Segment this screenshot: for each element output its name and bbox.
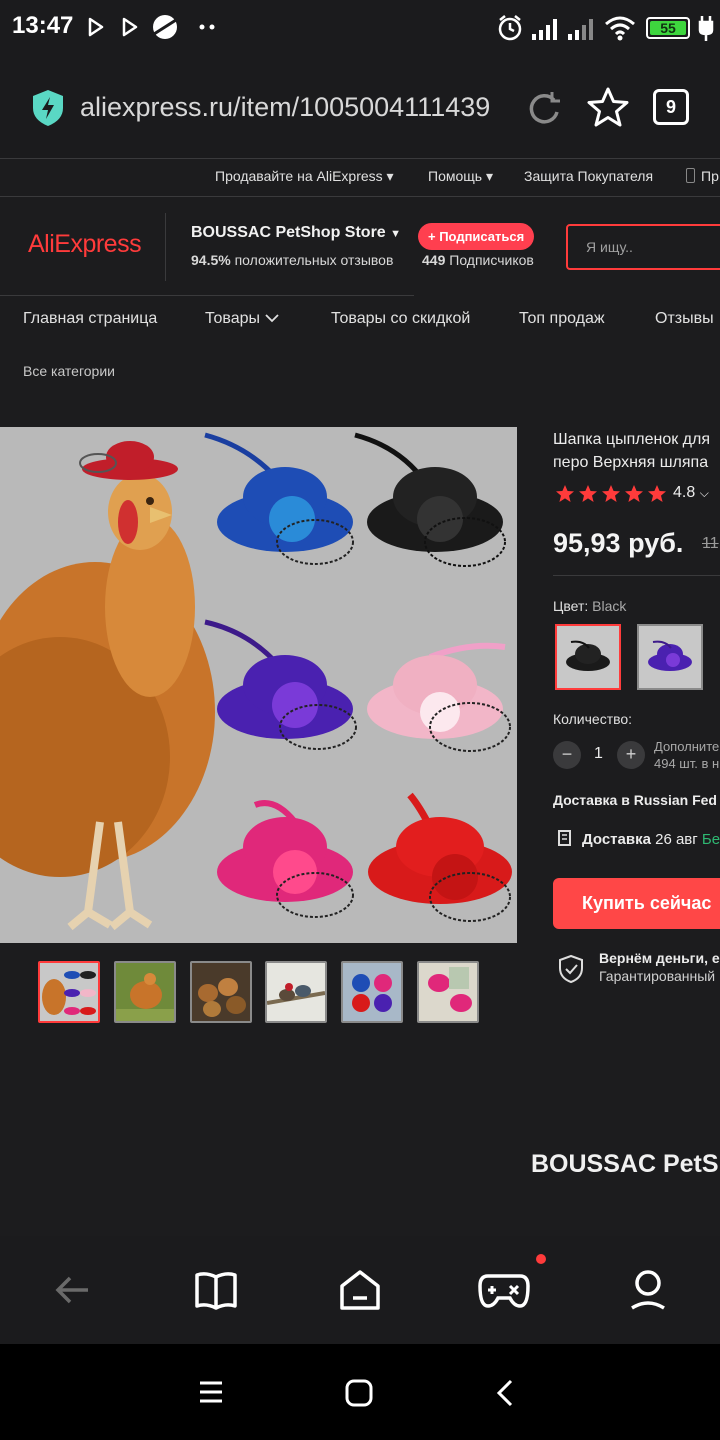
guarantee-subtitle: Гарантированный	[599, 968, 716, 984]
store-rating: 94.5% положительных отзывов	[191, 252, 394, 268]
divider	[165, 213, 166, 281]
delivery-date: Доставка 26 авг Бе	[582, 831, 720, 848]
tab-top-sales[interactable]: Топ продаж	[519, 310, 605, 328]
quantity-increase-button[interactable]: +	[617, 741, 645, 769]
product-title[interactable]: Шапка цыпленок для перо Верхняя шляпа	[553, 428, 720, 474]
quantity-label: Количество:	[553, 711, 633, 727]
followers-count: 449 Подписчиков	[422, 252, 534, 268]
all-categories-link[interactable]: Все категории	[23, 363, 115, 379]
delivery-destination[interactable]: Доставка в Russian Fed	[553, 792, 717, 808]
back-arrow-icon[interactable]	[54, 1274, 90, 1306]
wifi-icon	[605, 16, 635, 41]
availability-info: Дополните 494 шт. в н	[654, 739, 720, 771]
quantity-decrease-button[interactable]: −	[553, 741, 581, 769]
reload-icon[interactable]	[524, 88, 564, 128]
buyer-protection-link[interactable]: Защита Покупателя	[524, 168, 653, 184]
star-icon[interactable]	[586, 86, 630, 128]
gamepad-icon[interactable]	[478, 1270, 530, 1310]
chevron-down-icon: ⌵	[699, 486, 709, 500]
product-main-image[interactable]	[0, 427, 517, 943]
url-field[interactable]: aliexpress.ru/item/1005004111439	[80, 92, 500, 123]
play-icon	[122, 17, 138, 37]
divider	[0, 158, 720, 159]
tab-products[interactable]: Товары	[205, 310, 279, 328]
search-input[interactable]: Я ищу..	[566, 224, 720, 270]
buy-now-button[interactable]: Купить сейчас	[553, 878, 720, 929]
rating-stars[interactable]	[555, 484, 667, 509]
shield-lightning-icon[interactable]	[30, 88, 66, 128]
product-price: 95,93 руб.	[553, 528, 684, 558]
menu-icon[interactable]	[198, 1380, 224, 1404]
old-price: 11	[702, 535, 719, 552]
stars-icon	[556, 485, 666, 502]
profile-icon[interactable]	[628, 1268, 668, 1312]
aliexpress-logo[interactable]: AliExpress	[28, 230, 142, 259]
thumbnail-3[interactable]	[190, 961, 252, 1023]
divider	[0, 196, 720, 197]
tabs-icon[interactable]: 9	[653, 89, 689, 125]
play-store-icon	[88, 17, 104, 37]
guarantee-title: Вернём деньги, е	[599, 950, 720, 966]
notification-dot	[536, 1254, 546, 1264]
divider	[553, 575, 720, 576]
store-name[interactable]: BOUSSAC PetShop Store ▼	[191, 224, 401, 242]
store-section-title: BOUSSAC PetS	[531, 1150, 719, 1178]
sell-on-aliexpress-link[interactable]: Продавайте на AliExpress ▾	[215, 168, 394, 185]
divider	[0, 295, 414, 296]
chevron-down-icon	[264, 314, 279, 323]
thumbnail-6[interactable]	[417, 961, 479, 1023]
thumbnail-1[interactable]	[38, 961, 100, 1023]
status-bar: 13:47 55	[0, 0, 720, 56]
battery-icon: 55	[646, 17, 690, 39]
battery-level: 55	[660, 20, 676, 36]
system-navigation-bar	[0, 1344, 720, 1440]
home-icon[interactable]	[338, 1268, 382, 1312]
web-page: Продавайте на AliExpress ▾ Помощь ▾ Защи…	[0, 158, 720, 1236]
tab-reviews[interactable]: Отзывы	[655, 310, 714, 328]
color-label: Цвет: Black	[553, 598, 627, 614]
browser-url-bar: aliexpress.ru/item/1005004111439 9	[0, 56, 720, 158]
quantity-value[interactable]: 1	[594, 745, 603, 763]
tab-home[interactable]: Главная страница	[23, 310, 157, 328]
signal-2-icon	[568, 19, 593, 40]
tab-discount[interactable]: Товары со скидкой	[331, 310, 470, 328]
app-link[interactable]: Пр	[686, 168, 719, 184]
color-swatch-black[interactable]	[555, 624, 621, 690]
shield-check-icon	[559, 954, 583, 984]
planet-icon	[153, 15, 177, 39]
charging-icon	[698, 16, 714, 41]
alarm-icon	[498, 15, 522, 41]
help-link[interactable]: Помощь ▾	[428, 168, 493, 185]
book-icon[interactable]	[194, 1270, 238, 1310]
subscribe-button[interactable]: + Подписаться	[418, 223, 535, 250]
browser-bottom-bar	[0, 1236, 720, 1344]
more-dots-icon	[199, 24, 215, 30]
thumbnail-4[interactable]	[265, 961, 327, 1023]
phone-icon	[686, 168, 695, 183]
color-swatch-purple[interactable]	[637, 624, 703, 690]
thumbnail-5[interactable]	[341, 961, 403, 1023]
status-time: 13:47	[12, 12, 74, 39]
thumbnail-2[interactable]	[114, 961, 176, 1023]
signal-icon	[532, 19, 557, 40]
home-square-icon[interactable]	[345, 1379, 373, 1407]
rating-value[interactable]: 4.8 ⌵	[673, 484, 709, 502]
product-photo	[0, 427, 517, 943]
delivery-icon	[558, 830, 571, 846]
back-icon[interactable]	[495, 1378, 515, 1408]
